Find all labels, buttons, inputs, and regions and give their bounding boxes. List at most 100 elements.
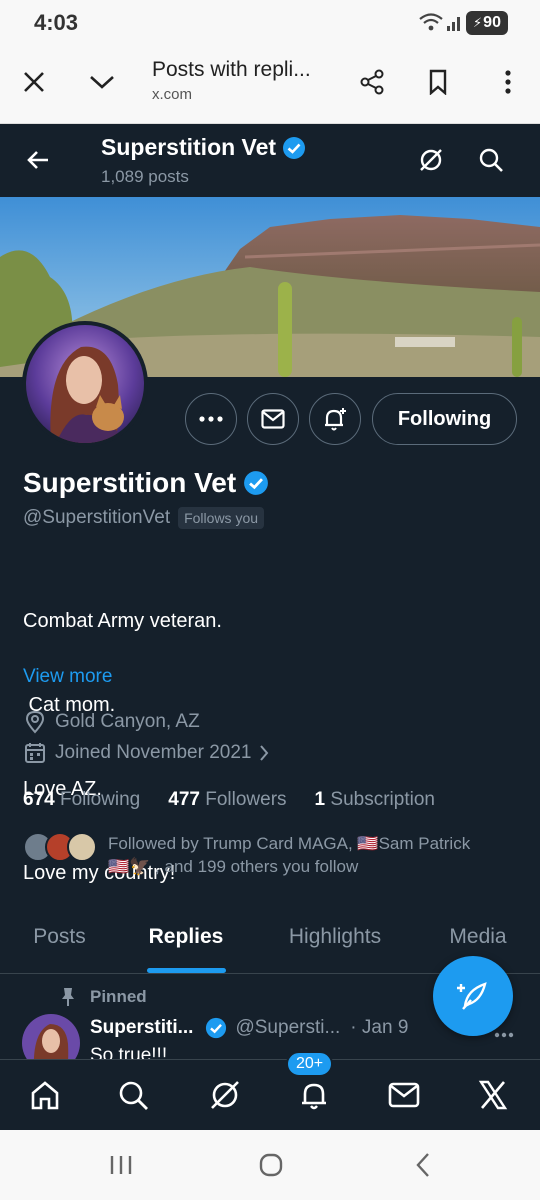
joined-row[interactable]: Joined November 2021 bbox=[24, 742, 269, 764]
post-author-handle: @Supersti... bbox=[235, 1017, 341, 1038]
active-tab-indicator bbox=[147, 968, 226, 973]
back-arrow-icon bbox=[27, 151, 48, 169]
nav-grok[interactable] bbox=[195, 1060, 255, 1130]
followers-stat[interactable]: 477 Followers bbox=[168, 789, 286, 811]
charging-icon: ⚡ bbox=[473, 15, 483, 30]
view-more-link[interactable]: View more bbox=[23, 666, 112, 688]
search-button[interactable] bbox=[469, 138, 513, 182]
back-chevron-icon bbox=[416, 1153, 429, 1177]
more-actions-button[interactable] bbox=[185, 393, 237, 445]
page-title: Posts with repli... bbox=[152, 58, 311, 81]
post-date: · Jan 9 bbox=[350, 1017, 409, 1038]
grok-button[interactable] bbox=[409, 138, 453, 182]
collapse-button[interactable] bbox=[80, 60, 124, 104]
browser-toolbar: Posts with repli... x.com bbox=[0, 46, 540, 124]
location-pin-icon bbox=[25, 710, 45, 734]
search-icon bbox=[479, 148, 503, 172]
header-name: Superstition Vet bbox=[101, 134, 277, 160]
post-author-name: Superstiti... bbox=[90, 1017, 194, 1038]
followers-count: 477 bbox=[168, 789, 200, 810]
subscription-stat[interactable]: 1 Subscription bbox=[315, 789, 435, 811]
bookmark-button[interactable] bbox=[416, 60, 460, 104]
bottom-nav: 20+ bbox=[0, 1051, 540, 1130]
envelope-icon bbox=[261, 409, 285, 429]
close-icon bbox=[24, 72, 44, 92]
compose-quill-icon bbox=[457, 982, 487, 1010]
followers-label: Followers bbox=[205, 789, 287, 810]
bell-plus-icon bbox=[325, 408, 346, 431]
verified-badge-icon bbox=[244, 471, 269, 495]
nav-search[interactable] bbox=[103, 1060, 163, 1130]
profile-name-row: Superstition Vet bbox=[23, 467, 269, 499]
grok-icon bbox=[420, 149, 442, 171]
post-header: Superstiti... @Supersti... · Jan 9 bbox=[90, 1017, 408, 1039]
system-nav-bar bbox=[0, 1130, 540, 1200]
wifi-icon bbox=[419, 13, 443, 31]
followed-by-text[interactable]: Followed by Trump Card MAGA, 🇺🇸Sam Patri… bbox=[108, 832, 470, 878]
calendar-icon bbox=[25, 743, 45, 763]
signal-icon bbox=[447, 17, 460, 31]
nav-home[interactable] bbox=[15, 1060, 75, 1130]
more-horizontal-icon bbox=[199, 416, 223, 422]
recent-apps-button[interactable] bbox=[96, 1147, 146, 1183]
home-circle-icon bbox=[259, 1153, 283, 1177]
x-logo-icon bbox=[478, 1080, 508, 1110]
share-icon bbox=[360, 69, 384, 95]
profile-location: Gold Canyon, AZ bbox=[55, 711, 200, 732]
search-icon bbox=[119, 1081, 148, 1110]
notifications-badge: 20+ bbox=[286, 1051, 334, 1077]
profile-handle: @SuperstitionVet bbox=[23, 507, 171, 528]
handle-row: @SuperstitionVet Follows you bbox=[23, 507, 265, 529]
close-tab-button[interactable] bbox=[12, 60, 56, 104]
follows-you-badge: Follows you bbox=[178, 507, 265, 529]
home-icon bbox=[31, 1081, 59, 1110]
back-system-button[interactable] bbox=[398, 1147, 448, 1183]
following-button[interactable]: Following bbox=[372, 393, 517, 445]
verified-badge-icon bbox=[283, 136, 306, 159]
more-vertical-icon bbox=[505, 70, 511, 94]
back-button[interactable] bbox=[16, 138, 60, 182]
battery-level: 90 bbox=[483, 14, 501, 31]
more-horizontal-icon bbox=[494, 1032, 514, 1038]
bookmark-icon bbox=[429, 69, 447, 95]
recent-apps-icon bbox=[110, 1156, 132, 1174]
nav-x-premium[interactable] bbox=[463, 1060, 523, 1130]
following-stat[interactable]: 674 Following bbox=[23, 789, 140, 811]
followed-by-line: Followed by Trump Card MAGA, 🇺🇸Sam Patri… bbox=[108, 834, 471, 853]
tab-replies[interactable]: Replies bbox=[138, 900, 234, 974]
page-url: x.com bbox=[152, 86, 193, 103]
location-row: Gold Canyon, AZ bbox=[24, 710, 200, 734]
share-button[interactable] bbox=[350, 60, 394, 104]
x-profile-page: Superstition Vet 1,089 posts Following S… bbox=[0, 124, 540, 1130]
pinned-label: Pinned bbox=[90, 987, 147, 1006]
avatar-portrait-image bbox=[22, 1014, 80, 1065]
following-label: Following bbox=[59, 789, 141, 810]
tab-posts[interactable]: Posts bbox=[12, 900, 107, 974]
header-post-count: 1,089 posts bbox=[101, 167, 189, 186]
subscription-label: Subscription bbox=[330, 789, 435, 810]
following-count: 674 bbox=[23, 789, 55, 810]
tab-title-area[interactable]: Posts with repli... x.com bbox=[152, 58, 342, 103]
profile-name: Superstition Vet bbox=[23, 467, 237, 498]
nav-messages[interactable] bbox=[374, 1060, 434, 1130]
verified-badge-icon bbox=[206, 1017, 227, 1039]
tab-highlights[interactable]: Highlights bbox=[272, 900, 398, 974]
bell-icon bbox=[302, 1083, 326, 1110]
more-options-button[interactable] bbox=[486, 60, 530, 104]
followed-by-line: 🇺🇸🦅 , and 199 others you follow bbox=[108, 857, 359, 876]
battery-indicator: ⚡ 90 bbox=[466, 11, 508, 35]
post-author-avatar[interactable] bbox=[22, 1014, 80, 1065]
home-system-button[interactable] bbox=[246, 1147, 296, 1183]
notify-button[interactable] bbox=[309, 393, 361, 445]
envelope-icon bbox=[388, 1082, 420, 1108]
status-time: 4:03 bbox=[34, 10, 79, 35]
avatar[interactable] bbox=[22, 321, 148, 447]
header-title: Superstition Vet bbox=[101, 134, 306, 161]
pin-icon bbox=[62, 988, 74, 1006]
followed-by-avatars[interactable] bbox=[23, 830, 103, 864]
message-button[interactable] bbox=[247, 393, 299, 445]
profile-stats: 674 Following 477 Followers 1 Subscripti… bbox=[23, 789, 435, 811]
grok-icon bbox=[211, 1081, 239, 1109]
chevron-right-icon bbox=[260, 745, 269, 761]
compose-button[interactable] bbox=[433, 956, 513, 1036]
